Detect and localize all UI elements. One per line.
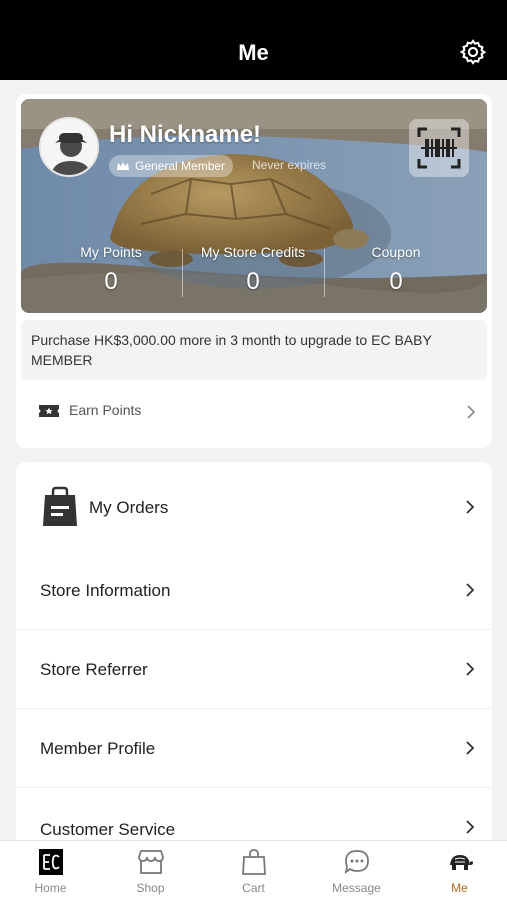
profile-card: Hi Nickname! General Member Never expire…: [16, 94, 492, 448]
chevron-right-icon: [466, 583, 475, 597]
my-points-stat[interactable]: My Points 0: [36, 244, 186, 296]
tab-label: Message: [332, 881, 381, 895]
shopping-bag-icon: [43, 486, 77, 526]
chevron-right-icon: [466, 500, 475, 514]
profile-banner: Hi Nickname! General Member Never expire…: [21, 99, 487, 313]
menu-item-store-information[interactable]: Store Information: [16, 552, 492, 630]
stat-label: My Points: [80, 244, 142, 260]
menu-item-label: Store Information: [40, 581, 171, 600]
bottom-tab-bar: Home Shop Cart Message Me: [0, 840, 507, 900]
stat-value: 0: [246, 268, 260, 295]
tab-shop[interactable]: Shop: [100, 841, 201, 900]
stat-value: 0: [104, 268, 118, 295]
chevron-right-icon: [466, 820, 475, 834]
menu-item-store-referrer[interactable]: Store Referrer: [16, 630, 492, 709]
top-bar: Me: [0, 0, 507, 80]
chevron-right-icon: [466, 741, 475, 755]
gear-icon[interactable]: [459, 38, 487, 66]
earn-points-row[interactable]: Earn Points: [16, 390, 492, 434]
ticket-icon: [39, 405, 59, 417]
avatar[interactable]: [39, 117, 99, 177]
menu-item-my-orders[interactable]: My Orders: [16, 462, 492, 552]
store-icon: [138, 850, 164, 874]
tab-label: Cart: [242, 881, 265, 895]
stat-label: My Store Credits: [200, 244, 306, 260]
tab-me[interactable]: Me: [409, 841, 507, 900]
coupon-stat[interactable]: Coupon 0: [321, 244, 471, 296]
menu-item-label: Customer Service: [40, 820, 176, 839]
membership-expiry: Never expires: [252, 158, 327, 172]
tab-label: Shop: [136, 881, 165, 895]
menu-item-member-profile[interactable]: Member Profile: [16, 709, 492, 788]
tab-message[interactable]: Message: [306, 841, 407, 900]
turtle-icon: [450, 855, 473, 870]
shopping-bag-icon: [242, 849, 266, 875]
menu-item-label: Member Profile: [40, 739, 156, 758]
member-qr-code-button[interactable]: [409, 119, 469, 177]
crown-icon: [117, 162, 129, 170]
my-store-credits-stat[interactable]: My Store Credits 0: [178, 244, 328, 296]
menu-item-label: Store Referrer: [40, 660, 148, 679]
greeting-text: Hi Nickname!: [109, 121, 262, 148]
qr-code-icon: [417, 127, 461, 169]
stat-label: Coupon: [371, 244, 421, 260]
membership-level: General Member: [135, 159, 226, 173]
chevron-right-icon: [466, 662, 475, 676]
ec-logo-icon: [39, 849, 63, 875]
tab-cart[interactable]: Cart: [203, 841, 304, 900]
menu-card: My Orders Store Information Store Referr…: [16, 462, 492, 852]
tab-label: Me: [451, 881, 468, 895]
menu-item-label: My Orders: [89, 498, 169, 517]
upgrade-message: Purchase HK$3,000.00 more in 3 month to …: [21, 320, 487, 380]
earn-points-label: Earn Points: [69, 402, 142, 418]
stat-value: 0: [389, 268, 403, 295]
tab-home[interactable]: Home: [0, 841, 101, 900]
membership-badge: General Member: [109, 155, 234, 177]
chat-bubble-icon: [344, 850, 369, 875]
tab-label: Home: [34, 881, 67, 895]
chevron-right-icon: [467, 405, 476, 419]
page-title: Me: [238, 40, 269, 65]
